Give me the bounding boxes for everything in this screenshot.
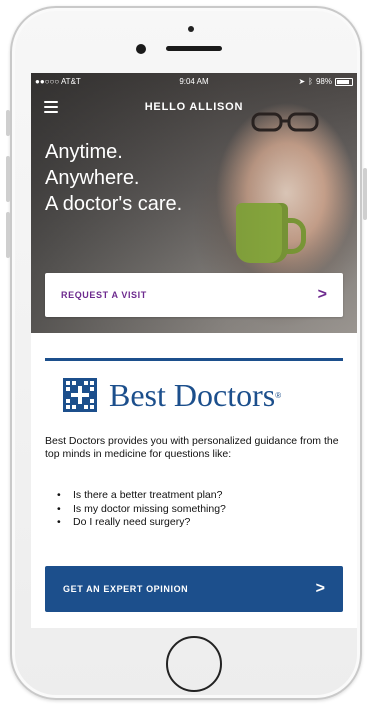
section-divider <box>45 358 343 361</box>
app-screen: ●●○○○ AT&T 9:04 AM ➤ ᛒ 98% HELLO ALLISON… <box>31 73 357 628</box>
chevron-right-icon: > <box>315 580 325 597</box>
battery-percent: 98% <box>315 77 332 86</box>
earpiece-speaker <box>166 46 222 51</box>
expert-opinion-label: GET AN EXPERT OPINION <box>63 584 189 594</box>
chevron-right-icon: > <box>317 286 327 303</box>
hero-line: Anywhere. <box>45 167 140 189</box>
best-doctors-logo-icon <box>63 378 97 412</box>
brand-name: Best Doctors <box>109 377 276 413</box>
bluetooth-icon: ᛒ <box>308 77 313 86</box>
list-item: Do I really need surgery? <box>45 516 345 530</box>
hero-line: Anytime. <box>45 141 123 163</box>
description-text: Best Doctors provides you with personali… <box>45 435 339 460</box>
request-visit-label: REQUEST A VISIT <box>61 290 147 300</box>
volume-up-button <box>6 156 10 202</box>
brand-trademark: ® <box>275 390 282 400</box>
expert-opinion-button[interactable]: GET AN EXPERT OPINION > <box>45 566 343 612</box>
location-icon: ➤ <box>298 77 306 86</box>
sensor-dot <box>188 26 194 32</box>
home-button[interactable] <box>166 636 222 692</box>
list-item: Is there a better treatment plan? <box>45 489 345 503</box>
status-right-group: ➤ ᛒ 98% <box>298 77 353 86</box>
question-list: Is there a better treatment plan? Is my … <box>45 489 345 530</box>
mute-switch <box>6 110 10 136</box>
greeting-title: HELLO ALLISON <box>144 101 244 113</box>
request-visit-button[interactable]: REQUEST A VISIT > <box>45 273 343 317</box>
volume-down-button <box>6 212 10 258</box>
power-button <box>363 168 367 220</box>
list-item: Is my doctor missing something? <box>45 503 345 517</box>
status-bar: ●●○○○ AT&T 9:04 AM ➤ ᛒ 98% <box>31 73 357 89</box>
battery-icon <box>335 77 353 86</box>
brand-logo: Best Doctors ® <box>63 378 281 412</box>
front-camera <box>136 44 146 54</box>
hero-headline: Anytime. Anywhere. A doctor's care. <box>45 139 182 217</box>
hero-line: A doctor's care. <box>45 193 183 215</box>
